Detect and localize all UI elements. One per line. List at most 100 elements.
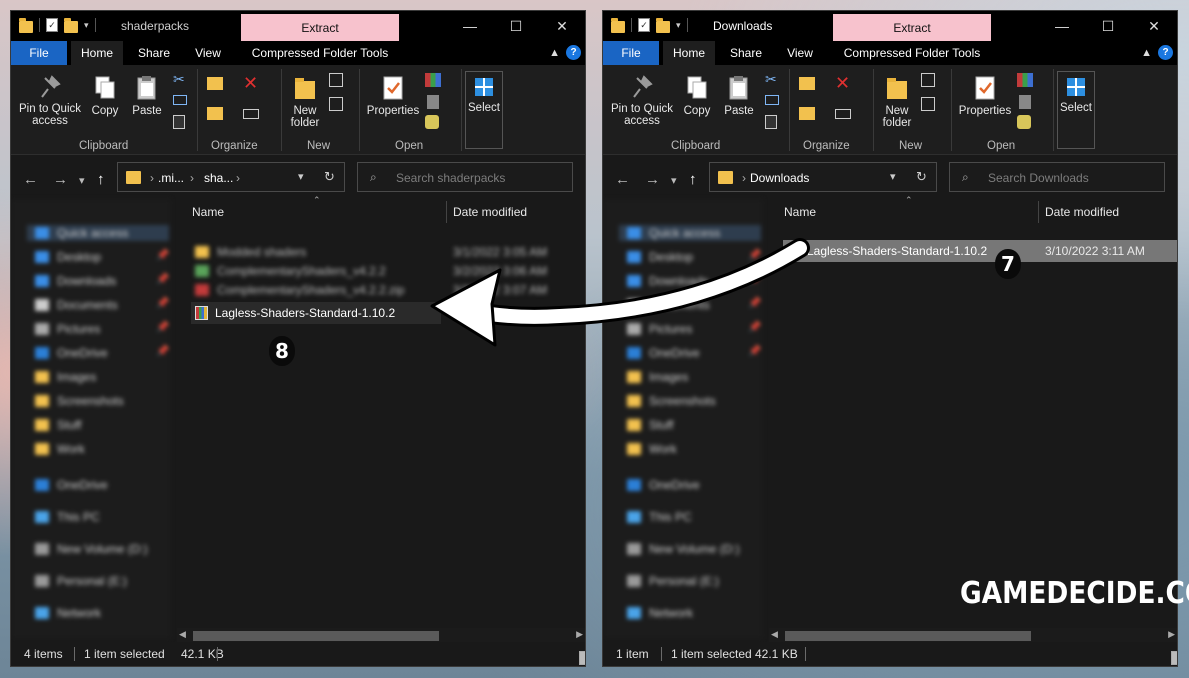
paste-shortcut-icon[interactable] xyxy=(173,115,185,129)
forward-icon[interactable]: → xyxy=(645,171,660,188)
new-item-icon[interactable] xyxy=(329,73,343,87)
tab-share[interactable]: Share xyxy=(129,41,179,65)
easy-access-icon[interactable] xyxy=(329,97,343,111)
tab-view[interactable]: View xyxy=(185,41,231,65)
maximize-icon[interactable]: ☐ xyxy=(1085,11,1131,41)
rename-icon[interactable] xyxy=(243,109,259,119)
nav-item-drive[interactable]: New Volume (D:) xyxy=(35,541,169,557)
nav-item-downloads[interactable]: Downloads 📌 xyxy=(35,273,169,289)
collapse-ribbon-icon[interactable]: ▲ xyxy=(549,47,560,59)
horizontal-scrollbar[interactable]: ◀ ▶ xyxy=(177,628,585,643)
address-chevron-down-icon[interactable]: ▾ xyxy=(298,170,304,183)
new-folder-button[interactable]: New folder xyxy=(285,75,325,129)
up-icon[interactable]: ↑ xyxy=(97,171,105,188)
open-with-icon[interactable] xyxy=(1017,73,1033,87)
nav-item-folder[interactable]: Screenshots xyxy=(627,393,761,409)
paste-button[interactable]: Paste xyxy=(129,75,165,117)
tab-compressed-folder-tools[interactable]: Compressed Folder Tools xyxy=(833,41,991,65)
refresh-icon[interactable]: ↻ xyxy=(324,169,335,185)
list-item-lagless-shaders[interactable]: Lagless-Shaders-Standard-1.10.2 xyxy=(191,302,441,324)
cut-icon[interactable]: ✂ xyxy=(765,71,777,88)
tab-file[interactable]: File xyxy=(603,41,659,65)
nav-item-quick-access[interactable]: Quick access xyxy=(27,225,169,241)
nav-item-folder[interactable]: Work xyxy=(627,441,761,457)
back-icon[interactable]: ← xyxy=(615,171,630,188)
nav-item-folder[interactable]: Stuff xyxy=(627,417,761,433)
nav-item-drive[interactable]: New Volume (D:) xyxy=(627,541,761,557)
history-icon[interactable] xyxy=(425,115,439,129)
nav-item-onedrive[interactable]: OneDrive xyxy=(627,477,761,493)
nav-item-folder[interactable]: Images xyxy=(627,369,761,385)
edit-icon[interactable] xyxy=(1019,95,1031,109)
nav-item-pictures[interactable]: Pictures 📌 xyxy=(627,321,761,337)
nav-item-onedrive[interactable]: OneDrive xyxy=(35,477,169,493)
nav-item-desktop[interactable]: Desktop 📌 xyxy=(627,249,761,265)
rename-icon[interactable] xyxy=(835,109,851,119)
copy-button[interactable]: Copy xyxy=(679,75,715,117)
nav-item-folder[interactable]: Stuff xyxy=(35,417,169,433)
address-bar[interactable]: › Downloads ▾ ↻ xyxy=(709,162,937,192)
help-icon[interactable]: ? xyxy=(1158,45,1173,60)
nav-item-folder[interactable]: Screenshots xyxy=(35,393,169,409)
pin-to-quick-access-button[interactable]: Pin to Quick access xyxy=(17,75,83,127)
select-button[interactable]: Select xyxy=(465,71,503,149)
paste-button[interactable]: Paste xyxy=(721,75,757,117)
nav-item-desktop[interactable]: Desktop 📌 xyxy=(35,249,169,265)
tab-share[interactable]: Share xyxy=(721,41,771,65)
list-item[interactable]: ComplementaryShaders_v4.2.2 xyxy=(195,263,386,279)
tab-view[interactable]: View xyxy=(777,41,823,65)
nav-item-folder[interactable]: Images xyxy=(35,369,169,385)
copy-path-icon[interactable] xyxy=(765,95,779,105)
address-chevron-down-icon[interactable]: ▾ xyxy=(890,170,896,183)
close-icon[interactable]: ✕ xyxy=(539,11,585,41)
paste-shortcut-icon[interactable] xyxy=(765,115,777,129)
select-button[interactable]: Select xyxy=(1057,71,1095,149)
scroll-right-icon[interactable]: ▶ xyxy=(576,629,583,640)
move-to-icon[interactable] xyxy=(799,77,815,90)
scrollbar-thumb[interactable] xyxy=(193,631,439,641)
tab-home[interactable]: Home xyxy=(71,41,123,65)
close-icon[interactable]: ✕ xyxy=(1131,11,1177,41)
list-item[interactable]: Modded shaders xyxy=(195,244,306,260)
history-icon[interactable] xyxy=(1017,115,1031,129)
minimize-icon[interactable]: — xyxy=(447,11,493,41)
open-with-icon[interactable] xyxy=(425,73,441,87)
cut-icon[interactable]: ✂ xyxy=(173,71,185,88)
large-icons-view-icon[interactable] xyxy=(579,651,585,665)
pin-to-quick-access-button[interactable]: Pin to Quick access xyxy=(609,75,675,127)
nav-item-pictures[interactable]: Pictures 📌 xyxy=(35,321,169,337)
nav-item-this-pc[interactable]: This PC xyxy=(35,509,169,525)
new-folder-icon[interactable] xyxy=(656,18,670,33)
nav-item-onedrive[interactable]: OneDrive 📌 xyxy=(35,345,169,361)
tab-compressed-folder-tools[interactable]: Compressed Folder Tools xyxy=(241,41,399,65)
breadcrumb-minecraft[interactable]: .mi... xyxy=(158,171,184,185)
breadcrumb-shaderpacks[interactable]: sha... xyxy=(204,171,233,185)
tab-home[interactable]: Home xyxy=(663,41,715,65)
nav-item-folder[interactable]: Work xyxy=(35,441,169,457)
properties-button[interactable]: Properties xyxy=(957,75,1013,117)
copy-button[interactable]: Copy xyxy=(87,75,123,117)
large-icons-view-icon[interactable] xyxy=(1171,651,1177,665)
copy-path-icon[interactable] xyxy=(173,95,187,105)
nav-item-drive[interactable]: Personal (E:) xyxy=(35,573,169,589)
recent-chevron-down-icon[interactable]: ▾ xyxy=(671,174,677,187)
up-icon[interactable]: ↑ xyxy=(689,171,697,188)
nav-item-this-pc[interactable]: This PC xyxy=(627,509,761,525)
help-icon[interactable]: ? xyxy=(566,45,581,60)
new-folder-button[interactable]: New folder xyxy=(877,75,917,129)
breadcrumb-downloads[interactable]: Downloads xyxy=(750,171,809,185)
nav-item-quick-access[interactable]: Quick access xyxy=(619,225,761,241)
new-folder-icon[interactable] xyxy=(64,18,78,33)
extract-contextual-tab[interactable]: Extract xyxy=(833,14,991,41)
properties-button[interactable]: Properties xyxy=(365,75,421,117)
scrollbar-thumb[interactable] xyxy=(785,631,1031,641)
delete-icon[interactable]: ✕ xyxy=(835,73,850,94)
list-item[interactable]: ComplementaryShaders_v4.2.2.zip xyxy=(195,282,404,298)
scroll-right-icon[interactable]: ▶ xyxy=(1168,629,1175,640)
customize-toolbar-chevron-icon[interactable]: ▾ xyxy=(676,20,681,31)
forward-icon[interactable]: → xyxy=(53,171,68,188)
back-icon[interactable]: ← xyxy=(23,171,38,188)
move-to-icon[interactable] xyxy=(207,77,223,90)
horizontal-scrollbar[interactable]: ◀ ▶ xyxy=(769,628,1177,643)
maximize-icon[interactable]: ☐ xyxy=(493,11,539,41)
